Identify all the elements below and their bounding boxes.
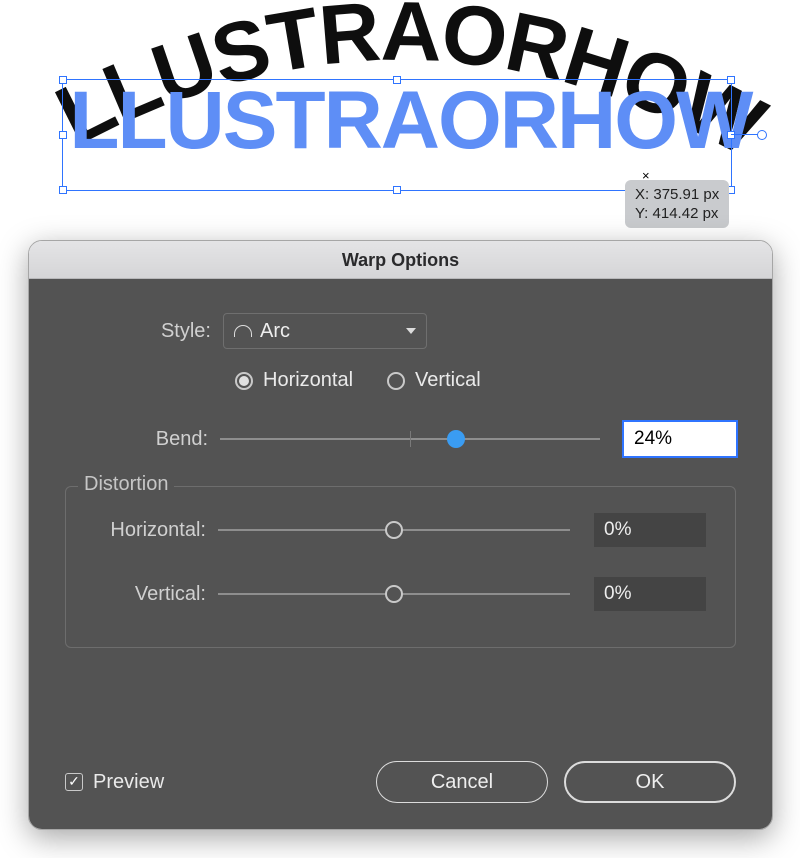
distort-vertical-label: Vertical:: [90, 583, 218, 606]
distort-horizontal-input[interactable]: [594, 513, 706, 547]
bend-slider-thumb[interactable]: [447, 430, 465, 448]
coord-x-value: 375.91 px: [653, 186, 719, 203]
distort-horizontal-thumb[interactable]: [385, 521, 403, 539]
bend-input[interactable]: [624, 422, 736, 456]
selection-handle-tr[interactable]: [727, 76, 735, 84]
selection-bounding-box[interactable]: [62, 79, 732, 191]
orientation-vertical-label: Vertical: [415, 369, 481, 392]
warp-options-dialog: Warp Options Style: Arc Horizontal: [28, 240, 773, 830]
distort-vertical-thumb[interactable]: [385, 585, 403, 603]
coord-y-label: Y:: [635, 205, 648, 222]
arc-style-icon: [234, 325, 252, 337]
preview-checkbox[interactable]: Preview: [65, 771, 164, 794]
dialog-title: Warp Options: [29, 241, 772, 279]
selection-handle-ml[interactable]: [59, 131, 67, 139]
orientation-horizontal-radio[interactable]: Horizontal: [235, 369, 353, 392]
orientation-horizontal-label: Horizontal: [263, 369, 353, 392]
coordinates-tooltip: X: 375.91 px Y: 414.42 px: [625, 180, 729, 228]
selection-ext-line: [731, 134, 759, 135]
coord-y-value: 414.42 px: [653, 205, 719, 222]
style-label: Style:: [65, 320, 223, 343]
distortion-group: Distortion Horizontal: Vertical:: [65, 486, 736, 648]
distort-horizontal-slider[interactable]: [218, 520, 570, 540]
style-value: Arc: [260, 320, 290, 343]
checkbox-icon: [65, 773, 83, 791]
selection-handle-bm[interactable]: [393, 186, 401, 194]
radio-dot-icon: [387, 372, 405, 390]
selection-handle-bl[interactable]: [59, 186, 67, 194]
ok-button[interactable]: OK: [564, 761, 736, 803]
selection-handle-mr[interactable]: [727, 131, 735, 139]
distort-vertical-input[interactable]: [594, 577, 706, 611]
distort-horizontal-label: Horizontal:: [90, 519, 218, 542]
selection-rotate-handle[interactable]: [757, 130, 767, 140]
cancel-button[interactable]: Cancel: [376, 761, 548, 803]
distort-vertical-slider[interactable]: [218, 584, 570, 604]
style-select[interactable]: Arc: [223, 313, 427, 349]
distortion-heading: Distortion: [78, 473, 174, 496]
slider-center-tick: [410, 431, 411, 447]
chevron-down-icon: [406, 328, 416, 334]
selection-handle-tl[interactable]: [59, 76, 67, 84]
bend-label: Bend:: [65, 428, 220, 451]
preview-label: Preview: [93, 771, 164, 794]
bend-slider[interactable]: [220, 429, 600, 449]
radio-dot-icon: [235, 372, 253, 390]
coord-x-label: X:: [635, 186, 649, 203]
orientation-vertical-radio[interactable]: Vertical: [387, 369, 481, 392]
selection-handle-tm[interactable]: [393, 76, 401, 84]
